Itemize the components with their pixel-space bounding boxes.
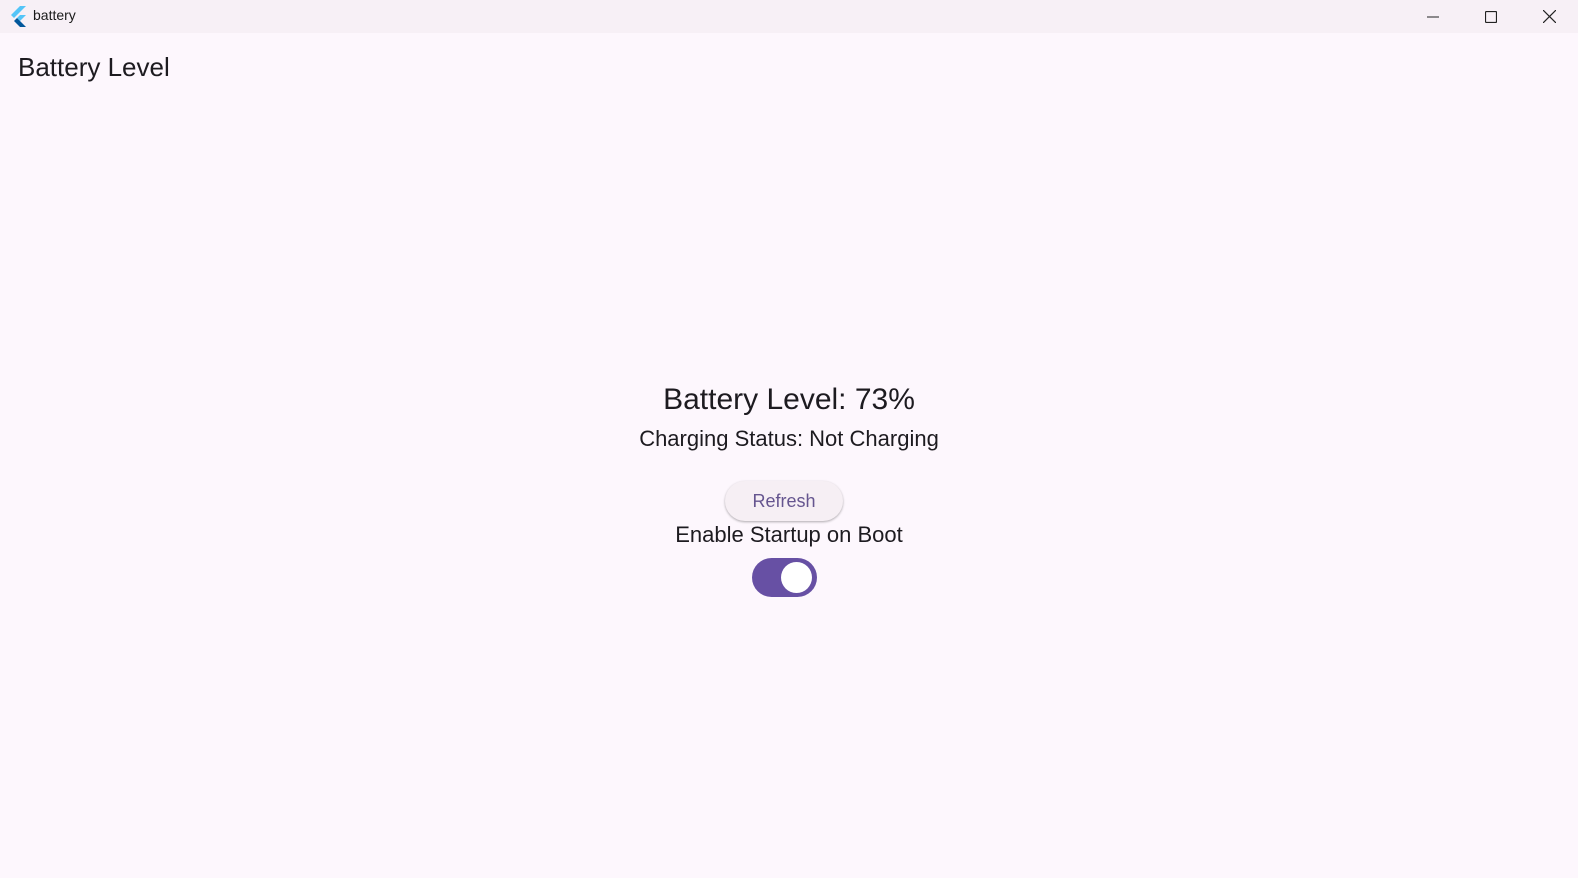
charging-status-text: Charging Status: Not Charging [639,426,939,451]
page-title: Battery Level [18,52,170,82]
refresh-button[interactable]: Refresh [725,481,843,521]
close-icon [1542,10,1556,23]
startup-toggle-label: Enable Startup on Boot [675,522,903,547]
minimize-icon [1427,16,1439,17]
maximize-button[interactable] [1462,0,1520,33]
window-title: battery [33,7,76,23]
close-button[interactable] [1520,0,1578,33]
maximize-icon [1485,10,1497,23]
battery-level-text: Battery Level: 73% [663,383,915,416]
startup-toggle[interactable] [752,558,817,597]
flutter-logo-icon [11,6,26,27]
minimize-button[interactable] [1404,0,1462,33]
toggle-thumb [781,562,812,593]
window-titlebar: battery [0,0,1578,33]
